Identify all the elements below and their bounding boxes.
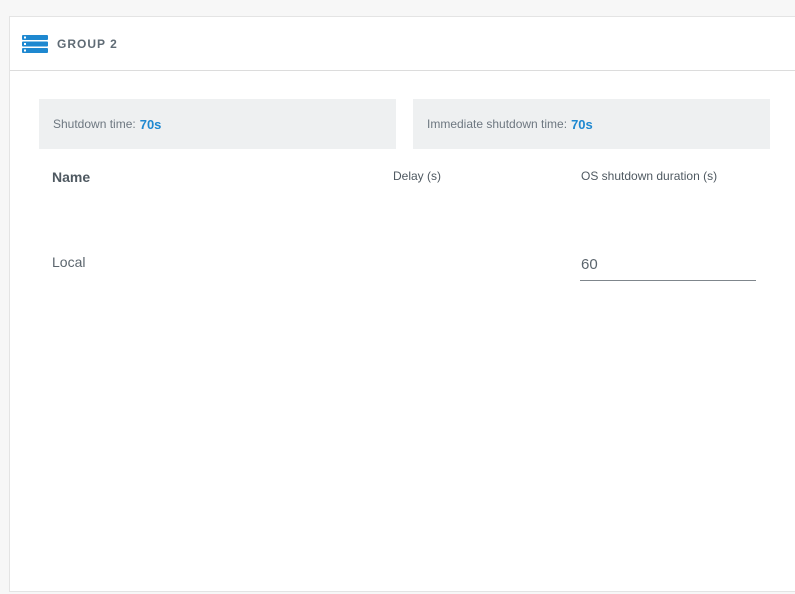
- column-header-name: Name: [52, 169, 91, 185]
- row-name-local: Local: [52, 254, 86, 270]
- shutdown-time-box: Shutdown time: 70s: [39, 99, 396, 149]
- os-shutdown-duration-input[interactable]: [580, 249, 756, 281]
- shutdown-time-label: Shutdown time:: [53, 117, 136, 131]
- immediate-shutdown-time-value: 70s: [571, 116, 593, 132]
- group-header: GROUP 2: [10, 17, 795, 71]
- column-header-os-shutdown-duration: OS shutdown duration (s): [581, 169, 718, 183]
- immediate-shutdown-time-label: Immediate shutdown time:: [427, 117, 568, 131]
- column-header-delay: Delay (s): [393, 169, 442, 183]
- server-list-icon: [22, 34, 48, 53]
- group-title: GROUP 2: [57, 36, 118, 51]
- immediate-shutdown-time-box: Immediate shutdown time: 70s: [413, 99, 770, 149]
- group-card: GROUP 2 Shutdown time: 70s Immediate shu…: [9, 16, 795, 592]
- shutdown-time-value: 70s: [139, 116, 162, 132]
